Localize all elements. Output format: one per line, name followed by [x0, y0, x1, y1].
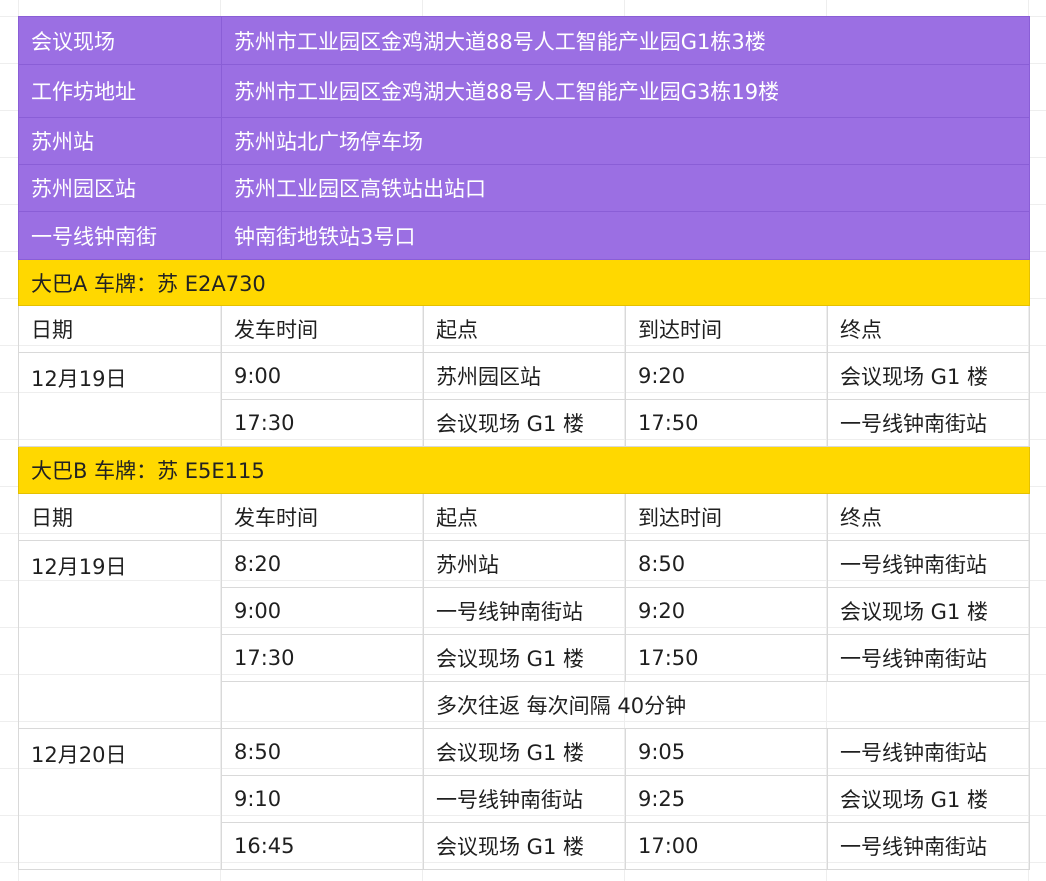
depart-cell[interactable]: 8:20: [221, 540, 424, 588]
arrive-cell[interactable]: 9:25: [625, 775, 828, 823]
origin-cell[interactable]: 苏州站: [423, 540, 626, 588]
destination-cell[interactable]: 会议现场 G1 楼: [826, 352, 1031, 400]
info-value[interactable]: 苏州市工业园区金鸡湖大道88号人工智能产业园G3栋19楼: [220, 64, 1031, 118]
info-row: 一号线钟南街 钟南街地铁站3号口: [18, 211, 1031, 260]
note-cell[interactable]: 多次往返 每次间隔 40分钟: [422, 681, 1031, 729]
info-label[interactable]: 会议现场: [18, 16, 222, 65]
info-row: 工作坊地址 苏州市工业园区金鸡湖大道88号人工智能产业园G3栋19楼: [18, 64, 1031, 118]
depart-cell[interactable]: 8:50: [221, 728, 424, 776]
date-cell[interactable]: 12月19日: [18, 352, 222, 447]
header-arrive[interactable]: 到达时间: [625, 493, 828, 541]
table-row: 12月20日 8:50 会议现场 G1 楼 9:05 一号线钟南街站: [18, 728, 1031, 870]
origin-cell[interactable]: 会议现场 G1 楼: [423, 634, 626, 682]
arrive-cell[interactable]: 9:20: [625, 352, 828, 400]
table-row: 12月19日 9:00 苏州园区站 9:20 会议现场 G1 楼: [18, 352, 1031, 447]
info-row: 苏州园区站 苏州工业园区高铁站出站口: [18, 164, 1031, 212]
depart-cell[interactable]: 9:00: [221, 587, 424, 635]
date-cell[interactable]: 12月20日: [18, 728, 222, 870]
date-cell[interactable]: 12月19日: [18, 540, 222, 729]
info-label[interactable]: 工作坊地址: [18, 64, 222, 118]
destination-cell[interactable]: 一号线钟南街站: [826, 540, 1031, 588]
info-row: 会议现场 苏州市工业园区金鸡湖大道88号人工智能产业园G1栋3楼: [18, 16, 1031, 65]
empty-cell[interactable]: [221, 681, 424, 729]
info-value[interactable]: 钟南街地铁站3号口: [220, 211, 1031, 260]
origin-cell[interactable]: 会议现场 G1 楼: [423, 728, 626, 776]
info-label[interactable]: 苏州站: [18, 117, 222, 165]
header-row: 日期 发车时间 起点 到达时间 终点: [18, 493, 1031, 541]
destination-cell[interactable]: 会议现场 G1 楼: [826, 775, 1031, 823]
origin-cell[interactable]: 会议现场 G1 楼: [423, 822, 626, 870]
depart-cell[interactable]: 9:00: [221, 352, 424, 400]
header-arrive[interactable]: 到达时间: [625, 305, 828, 353]
destination-cell[interactable]: 一号线钟南街站: [826, 822, 1031, 870]
destination-cell[interactable]: 一号线钟南街站: [826, 634, 1031, 682]
table-row: 12月19日 8:20 苏州站 8:50 一号线钟南街站: [18, 540, 1031, 729]
header-date[interactable]: 日期: [18, 493, 222, 541]
info-value[interactable]: 苏州市工业园区金鸡湖大道88号人工智能产业园G1栋3楼: [220, 16, 1031, 65]
arrive-cell[interactable]: 17:00: [625, 822, 828, 870]
depart-cell[interactable]: 17:30: [221, 399, 424, 447]
destination-cell[interactable]: 一号线钟南街站: [826, 728, 1031, 776]
depart-cell[interactable]: 17:30: [221, 634, 424, 682]
origin-cell[interactable]: 会议现场 G1 楼: [423, 399, 626, 447]
header-date[interactable]: 日期: [18, 305, 222, 353]
arrive-cell[interactable]: 17:50: [625, 634, 828, 682]
origin-cell[interactable]: 苏州园区站: [423, 352, 626, 400]
header-row: 日期 发车时间 起点 到达时间 终点: [18, 305, 1031, 353]
arrive-cell[interactable]: 8:50: [625, 540, 828, 588]
origin-cell[interactable]: 一号线钟南街站: [423, 587, 626, 635]
origin-cell[interactable]: 一号线钟南街站: [423, 775, 626, 823]
destination-cell[interactable]: 会议现场 G1 楼: [826, 587, 1031, 635]
schedule-table: 会议现场 苏州市工业园区金鸡湖大道88号人工智能产业园G1栋3楼 工作坊地址 苏…: [17, 16, 1031, 870]
header-origin[interactable]: 起点: [423, 305, 626, 353]
bus-a-title[interactable]: 大巴A 车牌：苏 E2A730: [17, 259, 1031, 306]
depart-cell[interactable]: 9:10: [221, 775, 424, 823]
destination-cell[interactable]: 一号线钟南街站: [826, 399, 1031, 447]
info-value[interactable]: 苏州工业园区高铁站出站口: [220, 164, 1031, 212]
spreadsheet: 会议现场 苏州市工业园区金鸡湖大道88号人工智能产业园G1栋3楼 工作坊地址 苏…: [0, 0, 1046, 881]
header-depart[interactable]: 发车时间: [221, 305, 424, 353]
arrive-cell[interactable]: 17:50: [625, 399, 828, 447]
bus-a-title-row: 大巴A 车牌：苏 E2A730: [17, 259, 1031, 306]
depart-cell[interactable]: 16:45: [221, 822, 424, 870]
info-value[interactable]: 苏州站北广场停车场: [220, 117, 1031, 165]
bus-b-title-row: 大巴B 车牌：苏 E5E115: [17, 446, 1031, 494]
header-origin[interactable]: 起点: [423, 493, 626, 541]
arrive-cell[interactable]: 9:20: [625, 587, 828, 635]
arrive-cell[interactable]: 9:05: [625, 728, 828, 776]
info-row: 苏州站 苏州站北广场停车场: [18, 117, 1031, 165]
header-destination[interactable]: 终点: [826, 493, 1031, 541]
info-label[interactable]: 一号线钟南街: [18, 211, 222, 260]
header-depart[interactable]: 发车时间: [221, 493, 424, 541]
info-label[interactable]: 苏州园区站: [18, 164, 222, 212]
header-destination[interactable]: 终点: [826, 305, 1031, 353]
bus-b-title[interactable]: 大巴B 车牌：苏 E5E115: [17, 446, 1031, 494]
